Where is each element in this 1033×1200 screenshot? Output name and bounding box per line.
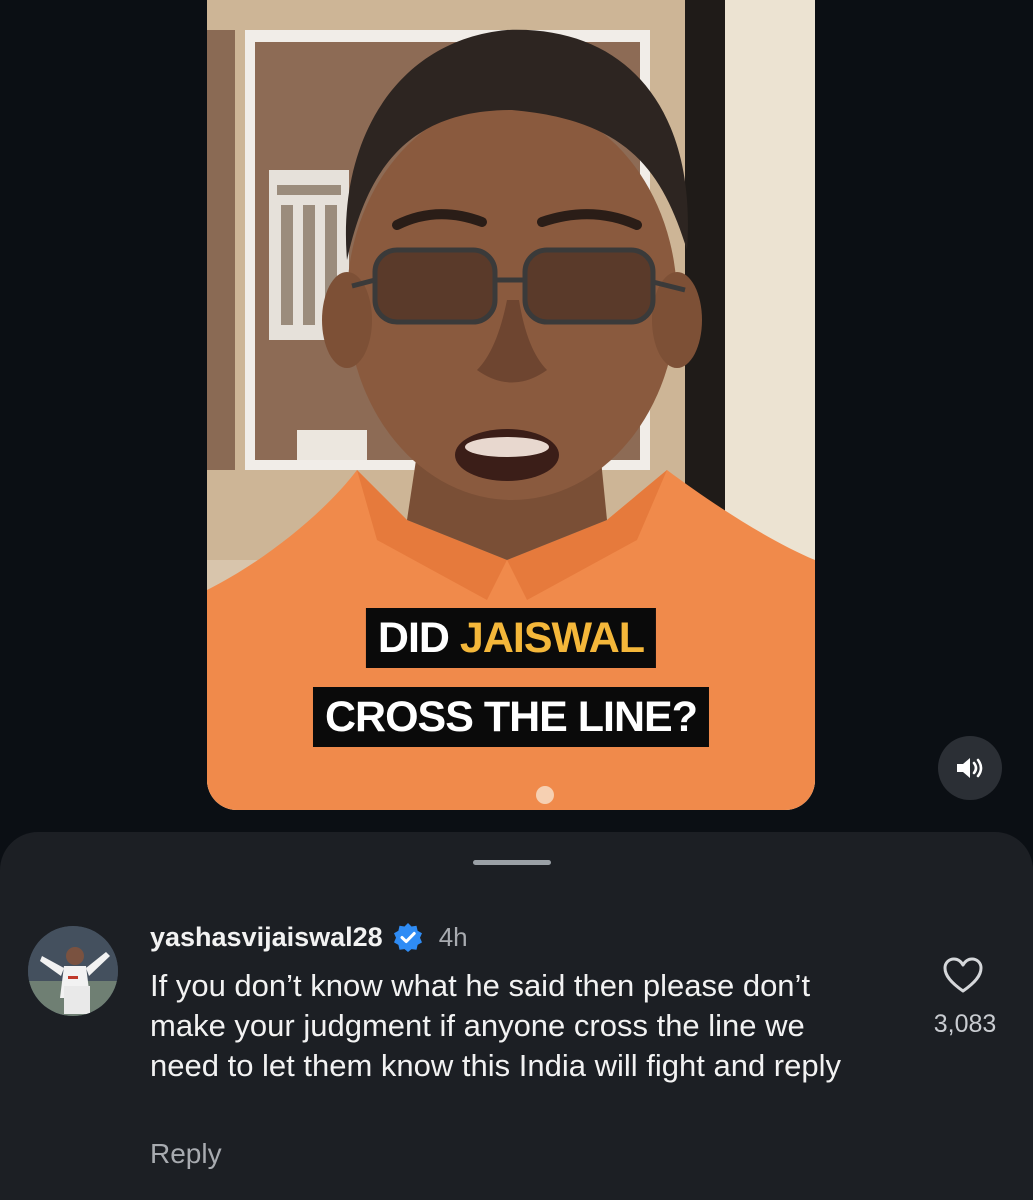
- comment-header: yashasvijaiswal28 4h: [150, 920, 468, 954]
- verified-badge-icon: [393, 923, 422, 952]
- like-count: 3,083: [933, 1010, 997, 1038]
- sheet-drag-handle[interactable]: [473, 860, 551, 865]
- comment-username[interactable]: yashasvijaiswal28: [150, 922, 383, 953]
- comments-sheet: yashasvijaiswal28 4h If you don’t know w…: [0, 832, 1033, 1200]
- reply-button[interactable]: Reply: [150, 1138, 222, 1170]
- comment-text: If you don’t know what he said then plea…: [150, 968, 841, 1083]
- speaker-volume-icon: [957, 758, 983, 778]
- caption-line-2: CROSS THE LINE?: [312, 687, 710, 747]
- avatar[interactable]: [28, 926, 118, 1016]
- caption-prefix: DID: [377, 614, 460, 662]
- screen: DID JAISWAL CROSS THE LINE? yashasvijais…: [0, 0, 1033, 1200]
- heart-icon[interactable]: [942, 956, 984, 994]
- comment-timestamp: 4h: [438, 921, 468, 952]
- caption-highlight-name: JAISWAL: [459, 614, 645, 662]
- caption-line-1: DID JAISWAL: [365, 608, 657, 668]
- avatar-image: [28, 926, 118, 1016]
- video-preview[interactable]: DID JAISWAL CROSS THE LINE?: [207, 0, 815, 810]
- sound-toggle-button[interactable]: [938, 736, 1002, 800]
